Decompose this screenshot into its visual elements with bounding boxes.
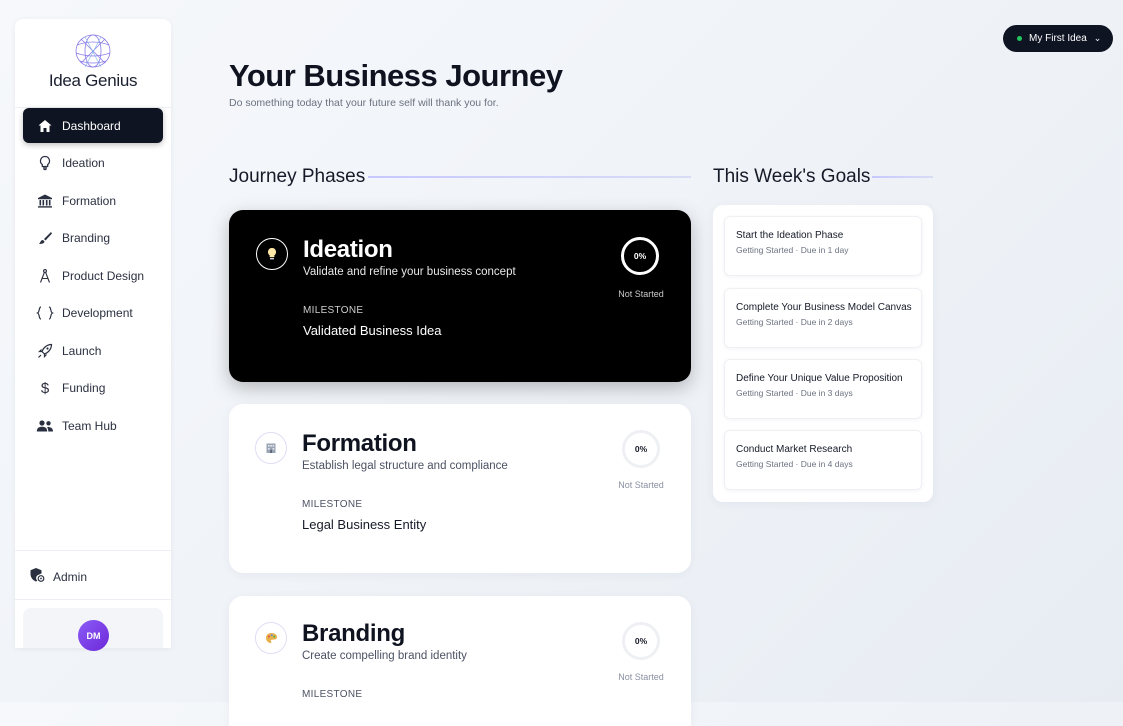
goal-title: Complete Your Business Model Canvas <box>736 302 912 313</box>
admin-label: Admin <box>53 569 88 584</box>
compass-icon <box>36 267 54 285</box>
sidebar-item-product-design[interactable]: Product Design <box>23 258 163 293</box>
palette-icon <box>255 622 287 654</box>
chevron-down-icon: ⌄ <box>1093 33 1102 43</box>
phase-card-ideation[interactable]: Ideation Validate and refine your busine… <box>229 210 691 382</box>
sidebar-item-label: Product Design <box>62 268 145 283</box>
sidebar-item-dashboard[interactable]: Dashboard <box>23 108 163 143</box>
page-subtitle: Do something today that your future self… <box>229 97 499 109</box>
progress-ring: 0% <box>622 430 660 468</box>
sidebar-item-branding[interactable]: Branding <box>23 221 163 256</box>
rocket-icon <box>36 342 54 360</box>
globe-logo-icon <box>75 34 111 68</box>
dollar-icon: $ <box>40 379 50 397</box>
goal-item[interactable]: Complete Your Business Model Canvas Gett… <box>724 288 922 348</box>
milestone-value: Legal Business Entity <box>302 517 427 532</box>
sidebar-nav: Dashboard Ideation Formation Branding Pr… <box>23 108 163 446</box>
building-icon <box>255 432 287 464</box>
sidebar-divider <box>15 599 171 600</box>
status-dot <box>1017 36 1022 41</box>
bank-icon <box>36 192 54 210</box>
milestone-label: MILESTONE <box>302 689 363 700</box>
goal-item[interactable]: Conduct Market Research Getting Started … <box>724 430 922 490</box>
phase-card-formation[interactable]: Formation Establish legal structure and … <box>229 404 691 573</box>
sidebar-item-launch[interactable]: Launch <box>23 333 163 368</box>
team-icon <box>36 417 54 435</box>
sidebar-item-label: Formation <box>62 193 117 208</box>
goal-meta: Getting Started · Due in 1 day <box>736 245 849 255</box>
sidebar-item-ideation[interactable]: Ideation <box>23 146 163 181</box>
sidebar-item-funding[interactable]: $ Funding <box>23 371 163 406</box>
admin-shield-icon <box>29 567 45 586</box>
sidebar-item-development[interactable]: Development <box>23 296 163 331</box>
sidebar-item-label: Team Hub <box>62 418 117 433</box>
milestone-label: MILESTONE <box>302 499 363 510</box>
goal-meta: Getting Started · Due in 4 days <box>736 459 853 469</box>
weekly-goals-heading: This Week's Goals <box>713 166 871 187</box>
phase-name: Formation <box>302 430 417 457</box>
phase-name: Branding <box>302 620 405 647</box>
section-divider-line <box>368 176 691 178</box>
brush-icon <box>36 229 54 247</box>
sidebar-item-formation[interactable]: Formation <box>23 183 163 218</box>
goal-title: Define Your Unique Value Proposition <box>736 373 903 384</box>
milestone-label: MILESTONE <box>303 305 364 316</box>
lightbulb-icon <box>36 154 54 172</box>
sidebar-item-label: Dashboard <box>62 118 121 133</box>
sidebar-item-team-hub[interactable]: Team Hub <box>23 408 163 443</box>
phase-description: Establish legal structure and compliance <box>302 460 508 472</box>
idea-selector-dropdown[interactable]: My First Idea ⌄ <box>1003 25 1113 52</box>
goal-title: Start the Ideation Phase <box>736 230 844 241</box>
journey-phases-heading: Journey Phases <box>229 166 366 187</box>
sidebar-item-label: Funding <box>62 381 106 395</box>
status-text: Not Started <box>618 480 664 490</box>
sidebar: Idea Genius Dashboard Ideation Formation <box>15 19 171 651</box>
goal-item[interactable]: Start the Ideation Phase Getting Started… <box>724 216 922 276</box>
goal-meta: Getting Started · Due in 2 days <box>736 317 853 327</box>
phase-description: Create compelling brand identity <box>302 650 467 662</box>
goal-item[interactable]: Define Your Unique Value Proposition Get… <box>724 359 922 419</box>
sidebar-item-admin[interactable]: Admin <box>29 567 87 586</box>
lightbulb-icon <box>256 238 288 270</box>
phase-name: Ideation <box>303 236 393 263</box>
sidebar-item-label: Development <box>62 306 133 320</box>
goal-meta: Getting Started · Due in 3 days <box>736 388 853 398</box>
sidebar-item-label: Ideation <box>62 156 105 170</box>
sidebar-item-label: Branding <box>62 231 111 245</box>
page-title: Your Business Journey <box>229 58 563 93</box>
idea-selector-label: My First Idea <box>1029 33 1087 44</box>
sidebar-item-label: Launch <box>62 343 102 358</box>
home-icon <box>36 117 54 135</box>
phase-card-branding[interactable]: Branding Create compelling brand identit… <box>229 596 691 726</box>
user-profile[interactable]: DM <box>23 608 163 651</box>
status-text: Not Started <box>618 289 664 299</box>
progress-ring: 0% <box>622 622 660 660</box>
milestone-value: Validated Business Idea <box>303 323 442 338</box>
code-braces-icon <box>36 304 54 322</box>
section-divider-line <box>872 176 933 178</box>
phase-description: Validate and refine your business concep… <box>303 266 516 278</box>
app-name: Idea Genius <box>48 71 138 90</box>
sidebar-divider <box>15 550 171 551</box>
goal-title: Conduct Market Research <box>736 444 853 455</box>
logo[interactable]: Idea Genius <box>15 33 171 91</box>
progress-ring: 0% <box>621 237 659 275</box>
status-text: Not Started <box>618 672 664 682</box>
weekly-goals-panel: Start the Ideation Phase Getting Started… <box>713 205 933 502</box>
avatar[interactable]: DM <box>78 620 109 651</box>
